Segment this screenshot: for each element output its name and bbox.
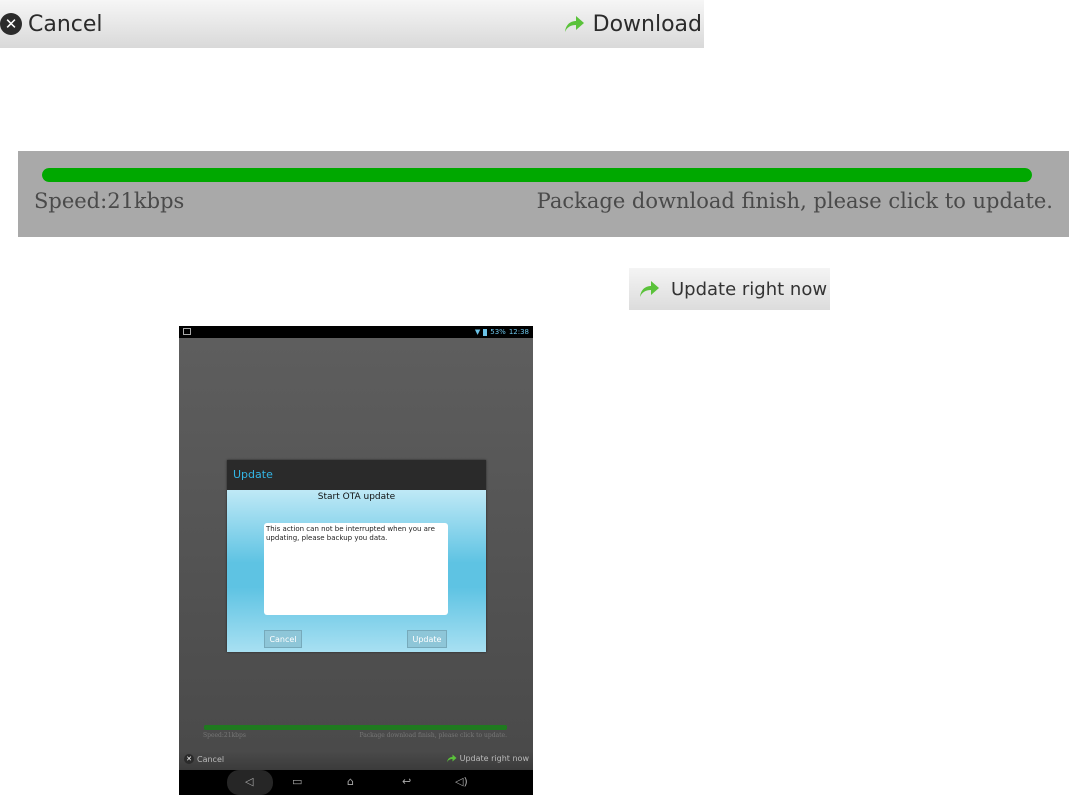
tablet-action-bar: ✕ Cancel Update right now — [179, 750, 533, 770]
clock: 12:38 — [508, 328, 529, 336]
back-icon[interactable]: ↩ — [402, 775, 411, 789]
download-status-text: Package download finish, please click to… — [536, 189, 1053, 213]
close-circle-icon: ✕ — [0, 13, 22, 35]
download-progress-panel: Speed:21kbps Package download finish, pl… — [18, 151, 1069, 237]
recent-apps-icon[interactable]: ▭ — [292, 775, 302, 789]
tablet-update-right-now-button[interactable]: Update right now — [446, 754, 529, 763]
gallery-notification-icon — [183, 328, 191, 335]
download-label: Download — [592, 11, 702, 37]
dialog-header: Update — [227, 460, 486, 490]
cancel-label: Cancel — [28, 11, 103, 37]
forward-arrow-icon — [640, 281, 659, 297]
update-right-now-button[interactable]: Update right now — [629, 268, 830, 310]
progress-bar-fill — [42, 168, 1032, 182]
cancel-button[interactable]: ✕ Cancel — [0, 10, 103, 38]
dialog-update-button[interactable]: Update — [407, 630, 447, 648]
home-icon[interactable]: ⌂ — [347, 775, 354, 789]
tablet-update-right-now-label: Update right now — [459, 754, 529, 763]
battery-percent: 53% — [490, 328, 506, 336]
tablet-screenshot: ▼ 53% 12:38 Update Start OTA update This… — [179, 326, 533, 795]
status-bar-right: ▼ 53% 12:38 — [475, 326, 529, 338]
dialog-message: This action can not be interrupted when … — [266, 525, 435, 542]
dialog-message-box: This action can not be interrupted when … — [264, 523, 448, 615]
forward-arrow-icon — [446, 754, 457, 763]
dialog-subtitle: Start OTA update — [317, 492, 396, 502]
tablet-progress-bar — [204, 725, 507, 730]
dialog-body: Start OTA update This action can not be … — [227, 490, 486, 652]
status-bar: ▼ 53% 12:38 — [179, 326, 533, 338]
dialog-title: Update — [233, 468, 273, 481]
volume-up-icon[interactable]: ◁) — [455, 775, 468, 789]
tablet-status-text: Package download finish, please click to… — [359, 732, 507, 739]
update-dialog: Update Start OTA update This action can … — [227, 460, 486, 652]
progress-bar — [42, 168, 1032, 182]
volume-down-icon[interactable]: ◁ — [245, 775, 253, 789]
navigation-bar: ◁ ▭ ⌂ ↩ ◁) — [179, 770, 533, 795]
tablet-progress-bar-fill — [204, 725, 507, 730]
download-button[interactable]: Download — [563, 10, 702, 38]
speed-text: Speed:21kbps — [34, 189, 185, 213]
update-right-now-label: Update right now — [671, 278, 828, 300]
forward-arrow-icon — [564, 16, 584, 32]
tablet-cancel-label: Cancel — [197, 754, 225, 764]
battery-icon — [483, 328, 488, 336]
close-circle-icon: ✕ — [184, 754, 194, 764]
dialog-cancel-button[interactable]: Cancel — [264, 630, 302, 648]
wifi-icon: ▼ — [474, 328, 481, 336]
tablet-cancel-button[interactable]: ✕ Cancel — [184, 754, 224, 764]
action-bar: ✕ Cancel Download — [0, 0, 704, 48]
tablet-speed-text: Speed:21kbps — [203, 732, 246, 739]
